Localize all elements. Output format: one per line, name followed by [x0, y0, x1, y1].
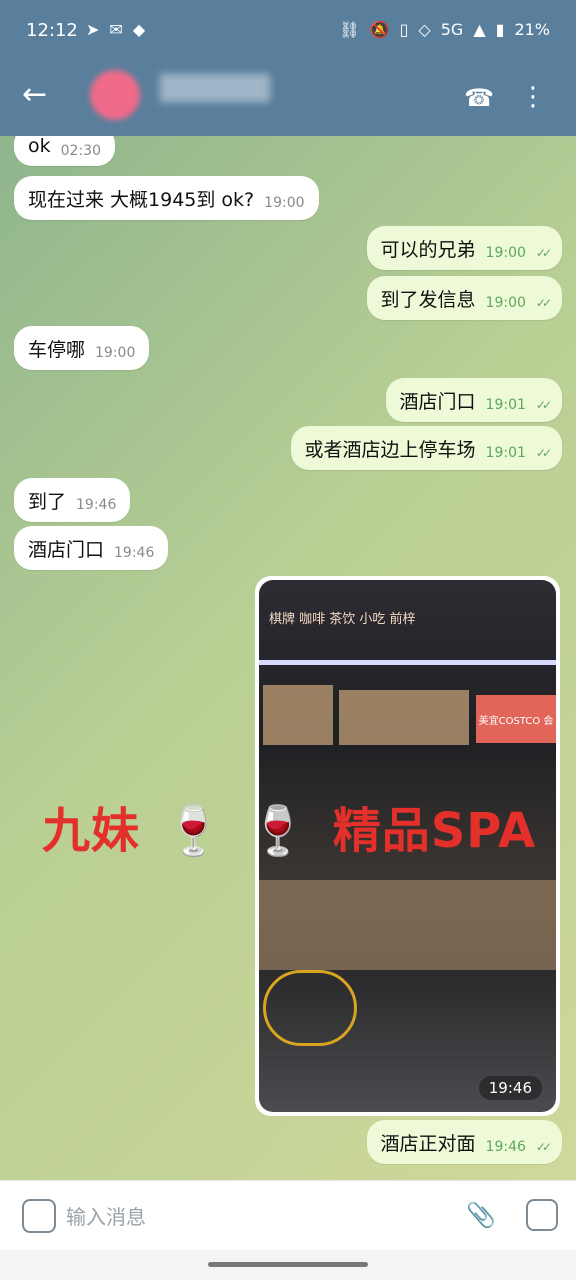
mail-icon: ✉ [109, 20, 123, 39]
message-time: 02:30 [60, 143, 101, 159]
store-light [259, 660, 556, 665]
message-time: 19:00 [264, 195, 305, 211]
read-check-icon: ✓✓ [535, 446, 552, 460]
store-sign: 美宜COSTCO 会 [476, 695, 556, 743]
message-input[interactable]: 输入消息 [66, 1201, 146, 1230]
overlay-caption: 九妹 🍷 🍷 精品SPA [42, 791, 542, 861]
battery-label: 21% [514, 20, 550, 39]
message-text: 酒店正对面 [380, 1132, 476, 1155]
read-check-icon: ✓✓ [535, 1140, 552, 1154]
message-in[interactable]: 到了 19:46 [14, 478, 131, 522]
camera-icon[interactable] [526, 1199, 558, 1231]
diamond-icon: ◇ [418, 20, 431, 39]
overlay-text-1: 九妹 [42, 803, 141, 859]
phone-icon[interactable]: ☎ [464, 84, 494, 112]
link-icon: ⛓ [339, 20, 360, 39]
message-text: 或者酒店边上停车场 [304, 438, 476, 461]
message-time: 19:01 [485, 397, 526, 413]
message-time: 19:46 [76, 497, 117, 513]
photo-time: 19:46 [478, 1076, 542, 1100]
message-time: 19:00 [95, 345, 136, 361]
bicycle [263, 970, 357, 1046]
message-in[interactable]: 现在过来 大概1945到 ok? 19:00 [14, 176, 319, 220]
app-icon: ◆ [132, 20, 146, 39]
battery-icon: ▮ [495, 20, 505, 39]
chat-header: ← ☎ ⋮ [0, 62, 576, 136]
wine-glass-icon: 🍷 [163, 803, 225, 859]
notification-icons: ➤ ✉ ◆ [86, 20, 145, 39]
attach-icon[interactable]: 📎 [466, 1201, 496, 1229]
contact-name-redacted[interactable] [160, 74, 270, 102]
composer-bar: 输入消息 📎 [0, 1180, 576, 1251]
store-window [263, 685, 333, 745]
back-arrow-icon[interactable]: ← [22, 80, 47, 110]
sticker-icon[interactable] [22, 1199, 56, 1233]
message-time: 19:00 [485, 245, 526, 261]
message-text: ok [28, 136, 51, 157]
message-text: 酒店门口 [399, 390, 476, 413]
message-time: 19:46 [114, 545, 155, 561]
read-check-icon: ✓✓ [535, 398, 552, 412]
message-in[interactable]: ok 02:30 [14, 136, 115, 166]
message-in[interactable]: 车停哪 19:00 [14, 326, 150, 370]
kebab-menu-icon[interactable]: ⋮ [520, 82, 546, 112]
message-out[interactable]: 到了发信息 19:00 ✓✓ [366, 276, 562, 320]
message-time: 19:01 [485, 445, 526, 461]
system-icons: ⛓ 🔕 ▯ ◇ 5G ▲ ▮ 21% [339, 20, 550, 39]
message-out[interactable]: 酒店门口 19:01 ✓✓ [385, 378, 562, 422]
telegram-icon: ➤ [86, 20, 100, 39]
message-text: 到了发信息 [380, 288, 476, 311]
overlay-text-2: 精品SPA [332, 803, 537, 859]
message-text: 车停哪 [28, 338, 86, 361]
message-out[interactable]: 酒店正对面 19:46 ✓✓ [366, 1120, 562, 1164]
chat-area: ok 02:30 现在过来 大概1945到 ok? 19:00 可以的兄弟 19… [0, 136, 576, 1180]
message-time: 19:00 [485, 295, 526, 311]
system-nav-bar [0, 1250, 576, 1280]
mute-icon: 🔕 [369, 20, 390, 39]
message-in[interactable]: 酒店门口 19:46 [14, 526, 169, 570]
message-text: 现在过来 大概1945到 ok? [28, 188, 255, 211]
message-text: 酒店门口 [28, 538, 105, 561]
message-text: 可以的兄弟 [380, 238, 476, 261]
message-time: 19:46 [485, 1139, 526, 1155]
message-text: 到了 [28, 490, 67, 513]
read-check-icon: ✓✓ [535, 246, 552, 260]
message-out[interactable]: 可以的兄弟 19:00 ✓✓ [366, 226, 562, 270]
photo-sign-text: 棋牌 咖啡 茶饮 小吃 前梓 [269, 612, 416, 627]
store-window [339, 690, 469, 745]
status-time: 12:12 [26, 20, 78, 41]
signal-icon: ▲ [473, 20, 486, 39]
home-indicator[interactable] [208, 1262, 368, 1267]
message-out[interactable]: 或者酒店边上停车场 19:01 ✓✓ [290, 426, 562, 470]
read-check-icon: ✓✓ [535, 296, 552, 310]
wine-glass-icon: 🍷 [248, 803, 309, 859]
vibrate-icon: ▯ [399, 20, 409, 39]
network-label: 5G [440, 20, 464, 39]
avatar[interactable] [90, 70, 140, 120]
status-bar: 12:12 ➤ ✉ ◆ ⛓ 🔕 ▯ ◇ 5G ▲ ▮ 21% [0, 0, 576, 62]
storefront [259, 880, 556, 970]
